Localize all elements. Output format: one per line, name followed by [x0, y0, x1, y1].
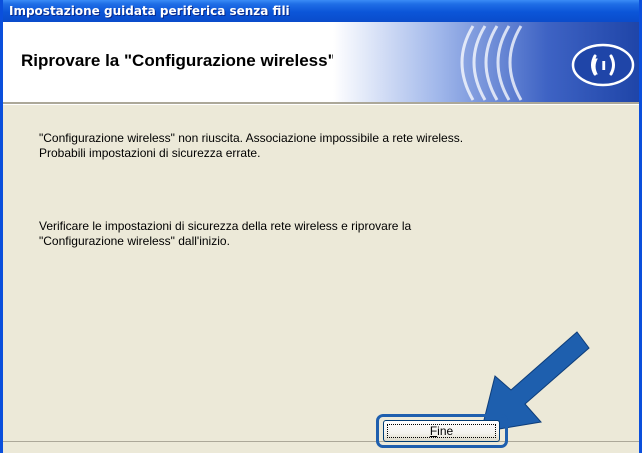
title-bar[interactable]: Impostazione guidata periferica senza fi…: [3, 0, 639, 22]
wizard-window: Impostazione guidata periferica senza fi…: [0, 0, 642, 453]
error-message: "Configurazione wireless" non riuscita. …: [39, 131, 463, 161]
finish-button-label: Fine: [429, 424, 454, 438]
svg-text:ı: ı: [601, 55, 606, 74]
instruction-line-1: Verificare le impostazioni di sicurezza …: [39, 219, 412, 233]
instruction-message: Verificare le impostazioni di sicurezza …: [39, 219, 411, 249]
footer-divider: [3, 441, 639, 442]
window-title: Impostazione guidata periferica senza fi…: [9, 4, 290, 18]
instruction-line-2: "Configurazione wireless" dall'inizio.: [39, 234, 230, 248]
page-title-text: Riprovare la "Configurazione wireless": [21, 51, 336, 70]
error-line-1: "Configurazione wireless" non riuscita. …: [39, 131, 464, 145]
wireless-signal-icon: ( ı: [571, 43, 635, 87]
error-line-2: Probabili impostazioni di sicurezza erra…: [39, 146, 261, 160]
wireless-banner: ( ı: [333, 22, 639, 102]
page-title: Riprovare la "Configurazione wireless": [21, 51, 351, 71]
finish-button[interactable]: Fine: [383, 420, 500, 442]
header-divider: [3, 102, 639, 105]
